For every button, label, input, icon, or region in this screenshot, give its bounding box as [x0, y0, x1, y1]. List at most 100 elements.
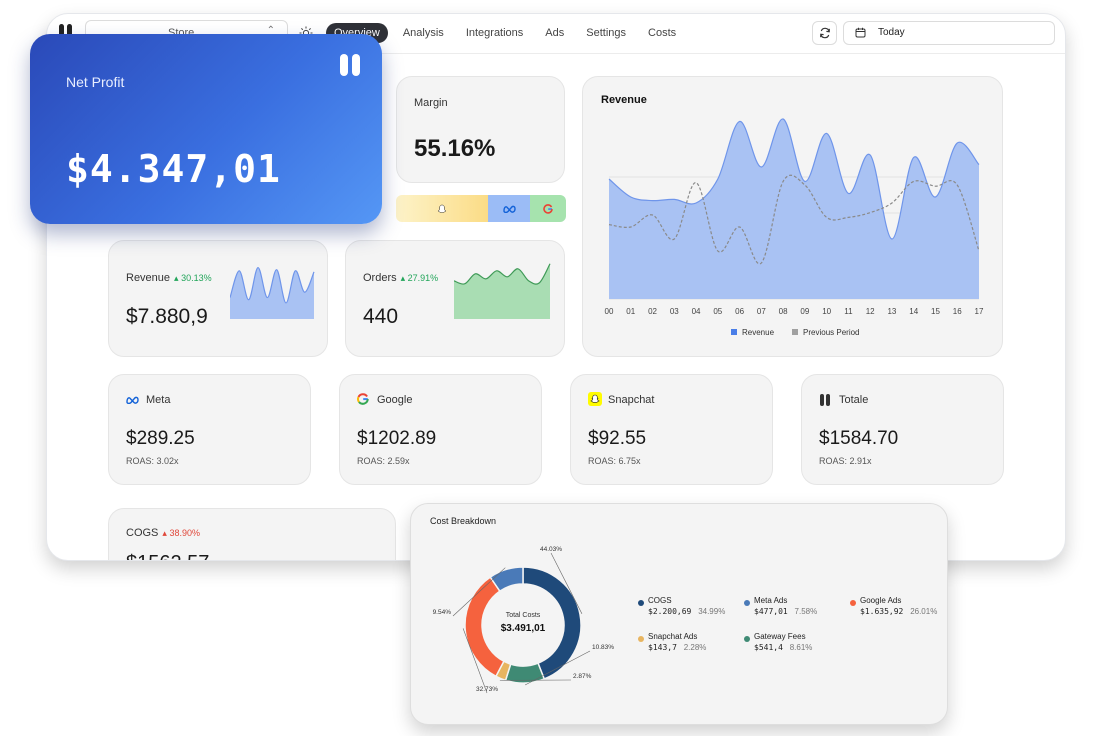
x-tick-label: 09 [800, 307, 809, 316]
legend-item-gateway-fees: Gateway Fees $541,4 8.61% [744, 632, 812, 652]
channel-segment-snapchat [396, 195, 488, 222]
cogs-kpi-change-value: 38.90% [169, 528, 200, 538]
snapchat-icon [588, 392, 602, 406]
legend-name-snapchat-ads: Snapchat Ads [648, 632, 698, 641]
cost-breakdown-card: Cost Breakdown 44.03% 10.83% 2.87% 32.73% 9.… [410, 503, 948, 725]
legend-pct-cogs: 34.99% [698, 607, 726, 616]
legend-dot-cogs [638, 600, 644, 606]
series-revenue-area [609, 118, 979, 300]
google-icon [357, 393, 369, 405]
meta-icon [126, 396, 139, 404]
meta-icon [502, 205, 516, 213]
ad-card-meta: Meta $289.25 ROAS: 3.02x [108, 374, 311, 485]
legend-name-meta-ads: Meta Ads [754, 596, 788, 605]
legend-item-previous: Previous Period [792, 328, 860, 337]
cogs-kpi-change: ▴ 38.90% [162, 528, 200, 538]
orders-sparkline [454, 263, 551, 319]
legend-pct-meta-ads: 7.58% [794, 607, 818, 616]
x-tick-label: 13 [887, 307, 896, 316]
ad-card-meta-value: $289.25 [126, 428, 195, 449]
calendar-icon [855, 27, 866, 38]
donut-slice-label: 9.54% [433, 609, 452, 616]
tab-settings[interactable]: Settings [579, 23, 633, 43]
legend-name-cogs: COGS [648, 596, 672, 605]
brand-logo-icon [340, 54, 360, 76]
ad-card-totale-name: Totale [839, 394, 869, 406]
x-tick-label: 07 [757, 307, 766, 316]
legend-pct-gateway-fees: 8.61% [789, 643, 813, 652]
revenue-chart-legend: Revenue Previous Period [731, 328, 860, 337]
orders-kpi-header: Orders ▴ 27.91% [363, 272, 438, 284]
donut-slice-label: 44.03% [540, 546, 562, 553]
x-tick-label: 01 [626, 307, 635, 316]
refresh-button[interactable] [812, 21, 837, 45]
tab-costs[interactable]: Costs [641, 23, 683, 43]
channel-segment-google [530, 195, 566, 222]
tab-analysis[interactable]: Analysis [396, 23, 451, 43]
sparkline-area [230, 267, 314, 319]
legend-label-previous: Previous Period [803, 328, 860, 337]
revenue-kpi-label: Revenue [126, 272, 171, 284]
x-tick-label: 06 [735, 307, 744, 316]
cogs-kpi-value: $1562.57 [126, 552, 209, 560]
margin-card: Margin 55.16% [396, 76, 565, 183]
revenue-kpi-change-value: 30.13% [181, 273, 212, 283]
revenue-kpi-card: Revenue ▴ 30.13% $7.880,9 [108, 240, 328, 357]
google-icon [543, 203, 553, 214]
ad-card-snapchat-value: $92.55 [588, 428, 647, 449]
legend-value-cogs: $2.200,69 34.99% [648, 607, 725, 616]
tab-integrations[interactable]: Integrations [459, 23, 530, 43]
revenue-area-chart: 00 01 02 03 04 05 06 07 08 09 10 11 12 13 14 15 16 17 [605, 118, 984, 316]
revenue-chart-card: Revenue 00 01 02 03 04 05 06 07 08 09 10 11 12 13 14 15… [582, 76, 1003, 357]
x-tick-label: 16 [953, 307, 962, 316]
legend-amount-gateway-fees: $541,4 [754, 643, 783, 652]
x-tick-label: 11 [844, 307, 853, 316]
revenue-kpi-value: $7.880,9 [126, 305, 208, 328]
x-tick-label: 08 [779, 307, 788, 316]
donut-total-label: Total Costs [505, 612, 541, 619]
ad-card-meta-name: Meta [146, 394, 171, 406]
legend-amount-google-ads: $1.635,92 [860, 607, 904, 616]
ad-card-google-name: Google [377, 394, 413, 406]
net-profit-label: Net Profit [66, 74, 125, 90]
legend-value-gateway-fees: $541,4 8.61% [754, 643, 812, 652]
cogs-kpi-card: COGS▴ 38.90% $1562.57 [108, 508, 396, 560]
sparkline-area [454, 263, 550, 319]
x-tick-label: 10 [822, 307, 831, 316]
x-tick-label: 03 [670, 307, 679, 316]
x-tick-label: 15 [931, 307, 940, 316]
tab-ads[interactable]: Ads [538, 23, 571, 43]
ad-card-meta-roas: ROAS: 3.02x [126, 456, 179, 466]
legend-amount-cogs: $2.200,69 [648, 607, 692, 616]
margin-value: 55.16% [414, 135, 496, 162]
revenue-kpi-change: ▴ 30.13% [174, 273, 212, 283]
channel-segment-meta [487, 195, 531, 222]
refresh-icon [819, 27, 830, 39]
legend-item-revenue: Revenue [731, 328, 774, 337]
ad-card-snapchat: Snapchat $92.55 ROAS: 6.75x [570, 374, 773, 485]
legend-name-gateway-fees: Gateway Fees [754, 632, 806, 641]
x-tick-label: 17 [975, 307, 984, 316]
totale-logo-icon [820, 394, 830, 406]
x-tick-label: 12 [866, 307, 875, 316]
orders-kpi-value: 440 [363, 305, 399, 328]
date-range-button[interactable]: Today [843, 21, 1055, 45]
x-tick-label: 00 [605, 307, 614, 316]
legend-swatch-revenue [731, 329, 737, 335]
legend-dot-snapchat-ads [638, 636, 644, 642]
legend-value-meta-ads: $477,01 7.58% [754, 607, 817, 616]
ad-card-google: Google $1202.89 ROAS: 2.59x [339, 374, 542, 485]
revenue-kpi-header: Revenue ▴ 30.13% [126, 272, 212, 284]
legend-amount-meta-ads: $477,01 [754, 607, 788, 616]
ad-card-google-roas: ROAS: 2.59x [357, 456, 410, 466]
ad-card-totale: Totale $1584.70 ROAS: 2.91x [801, 374, 1004, 485]
x-tick-label: 02 [648, 307, 657, 316]
legend-value-google-ads: $1.635,92 26.01% [860, 607, 937, 616]
legend-dot-meta-ads [744, 600, 750, 606]
legend-item-google-ads: Google Ads $1.635,92 26.01% [850, 596, 937, 616]
net-profit-value: $4.347,01 [66, 147, 281, 191]
channel-share-bar [396, 195, 566, 222]
donut-slice-label: 10.83% [592, 644, 614, 651]
legend-value-snapchat-ads: $143,7 2.28% [648, 643, 706, 652]
ad-card-totale-value: $1584.70 [819, 428, 899, 449]
